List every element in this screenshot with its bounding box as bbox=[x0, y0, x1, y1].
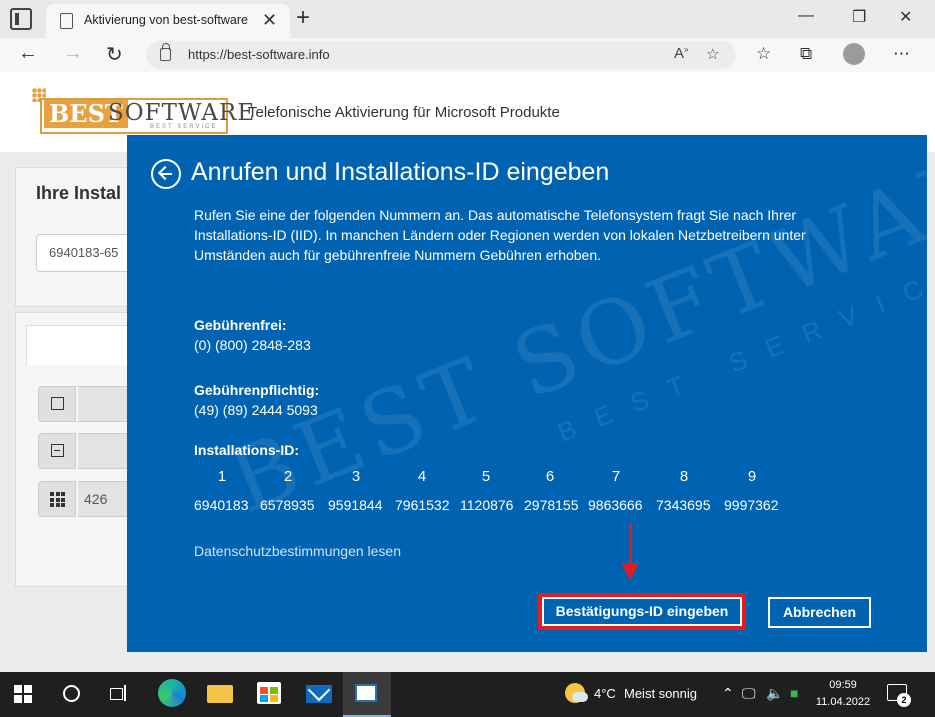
cancel-button[interactable]: Abbrechen bbox=[768, 597, 871, 628]
iid-column-number: 1 bbox=[217, 468, 227, 485]
dialog-title: Anrufen und Installations-ID eingeben bbox=[191, 158, 610, 186]
iid-column-number: 7 bbox=[611, 468, 621, 485]
new-tab-icon[interactable]: + bbox=[296, 4, 310, 32]
close-tab-icon[interactable]: ✕ bbox=[262, 10, 277, 31]
read-aloud-icon[interactable]: A» bbox=[674, 45, 688, 62]
page-favicon-icon bbox=[60, 13, 73, 29]
square-icon bbox=[51, 397, 64, 410]
iid-block-value: 6578935 bbox=[260, 497, 315, 513]
iid-column-number: 5 bbox=[481, 468, 491, 485]
close-window-icon[interactable]: ✕ bbox=[899, 7, 912, 27]
minimize-icon[interactable]: — bbox=[798, 7, 814, 25]
forward-icon[interactable]: → bbox=[63, 42, 83, 65]
iid-column-number: 6 bbox=[545, 468, 555, 485]
keypad-icon bbox=[50, 492, 65, 507]
iid-column-number: 3 bbox=[351, 468, 361, 485]
iid-column-number: 9 bbox=[747, 468, 757, 485]
iid-card-title: Ihre Instal bbox=[36, 183, 122, 203]
tollfree-number: (0) (800) 2848-283 bbox=[194, 337, 311, 353]
browser-tab[interactable]: Aktivierung von best-software ✕ bbox=[46, 4, 290, 38]
iid-label: Installations-ID: bbox=[194, 442, 300, 458]
file-explorer-icon[interactable] bbox=[207, 685, 233, 703]
edge-icon[interactable] bbox=[158, 679, 186, 707]
more-menu-icon[interactable]: ⋯ bbox=[893, 44, 910, 64]
store-icon[interactable] bbox=[257, 682, 281, 704]
lock-icon[interactable] bbox=[160, 43, 171, 61]
show-hidden-icons-icon[interactable]: ⌃ bbox=[722, 685, 734, 702]
back-icon[interactable]: ← bbox=[18, 42, 38, 65]
logo-subline: BEST SERVICE bbox=[150, 124, 218, 130]
volume-icon[interactable]: 🔈 bbox=[766, 685, 783, 702]
weather-temp[interactable]: 4°C bbox=[594, 686, 616, 701]
red-arrow-icon bbox=[629, 523, 632, 565]
url-field[interactable]: https://best-software.info A» ☆ bbox=[146, 41, 736, 69]
red-arrow-head-icon bbox=[621, 563, 639, 580]
iid-block-value: 2978155 bbox=[524, 497, 579, 513]
page-header-title: Telefonische Aktivierung für Microsoft P… bbox=[248, 104, 560, 121]
iid-column-number: 4 bbox=[417, 468, 427, 485]
taskbar-clock[interactable]: 09:59 11.04.2022 bbox=[815, 677, 871, 711]
mail-icon[interactable] bbox=[306, 685, 332, 703]
minus-square-icon bbox=[51, 444, 64, 457]
iid-block-value: 9863666 bbox=[588, 497, 643, 513]
option-field-3-value: 426 bbox=[84, 491, 108, 507]
clock-time: 09:59 bbox=[829, 679, 857, 691]
keypad-button[interactable] bbox=[38, 481, 76, 517]
iid-block-value: 9591844 bbox=[328, 497, 383, 513]
collections-icon[interactable]: ⧉ bbox=[800, 44, 812, 64]
weather-icon[interactable] bbox=[565, 683, 588, 703]
tab-actions-icon[interactable] bbox=[10, 8, 32, 30]
clock-date: 11.04.2022 bbox=[815, 696, 871, 708]
taskbar: 4°C Meist sonnig ⌃ 🖵 🔈 ■ 09:59 11.04.202… bbox=[0, 672, 935, 717]
back-arrow-icon[interactable] bbox=[151, 159, 181, 189]
toll-label: Gebührenpflichtig: bbox=[194, 382, 320, 398]
tray-app-icon[interactable]: ■ bbox=[790, 685, 798, 701]
minus-button[interactable] bbox=[38, 433, 76, 469]
iid-block-value: 7343695 bbox=[656, 497, 711, 513]
network-icon[interactable]: 🖵 bbox=[742, 685, 756, 702]
task-view-icon[interactable] bbox=[110, 685, 128, 701]
add-favorite-icon[interactable]: ☆ bbox=[706, 45, 719, 63]
privacy-link[interactable]: Datenschutzbestimmungen lesen bbox=[194, 543, 401, 559]
profile-avatar[interactable] bbox=[843, 43, 865, 65]
iid-block-value: 6940183 bbox=[194, 497, 249, 513]
favorites-icon[interactable]: ☆ bbox=[756, 44, 771, 64]
refresh-icon[interactable]: ↻ bbox=[106, 42, 123, 67]
iid-column-number: 8 bbox=[679, 468, 689, 485]
iid-block-value: 1120876 bbox=[460, 497, 514, 513]
activation-app-taskbar-button[interactable] bbox=[343, 672, 391, 717]
tollfree-label: Gebührenfrei: bbox=[194, 317, 287, 333]
weather-text[interactable]: Meist sonnig bbox=[624, 686, 697, 701]
iid-column-number: 2 bbox=[283, 468, 293, 485]
logo-software: SOFTWARE bbox=[108, 100, 256, 126]
notification-count-badge: 2 bbox=[897, 693, 911, 707]
url-text: https://best-software.info bbox=[188, 47, 330, 62]
iid-block-value: 9997362 bbox=[724, 497, 779, 513]
restore-icon[interactable]: ❐ bbox=[852, 7, 866, 27]
enter-confirmation-id-button[interactable]: Bestätigungs-ID eingeben bbox=[542, 597, 742, 626]
toll-number: (49) (89) 2444 5093 bbox=[194, 402, 318, 418]
checkbox-button[interactable] bbox=[38, 386, 76, 422]
tab-title: Aktivierung von best-software bbox=[84, 13, 248, 27]
activation-dialog: BEST SOFTWARE BEST SERVICE Anrufen und I… bbox=[127, 135, 927, 652]
activation-window-icon bbox=[355, 684, 377, 702]
iid-block-value: 7961532 bbox=[395, 497, 450, 513]
windows-start-icon[interactable] bbox=[14, 685, 32, 703]
browser-tab-bar: Aktivierung von best-software ✕ + — ❐ ✕ bbox=[0, 0, 935, 38]
address-bar-row: ← → ↻ https://best-software.info A» ☆ ☆ … bbox=[0, 38, 935, 72]
search-icon[interactable] bbox=[63, 685, 80, 702]
best-software-logo[interactable]: BEST SOFTWARE BEST SERVICE bbox=[32, 84, 254, 138]
dialog-intro: Rufen Sie eine der folgenden Nummern an.… bbox=[194, 207, 806, 263]
watermark-small: BEST SERVICE bbox=[553, 250, 927, 448]
